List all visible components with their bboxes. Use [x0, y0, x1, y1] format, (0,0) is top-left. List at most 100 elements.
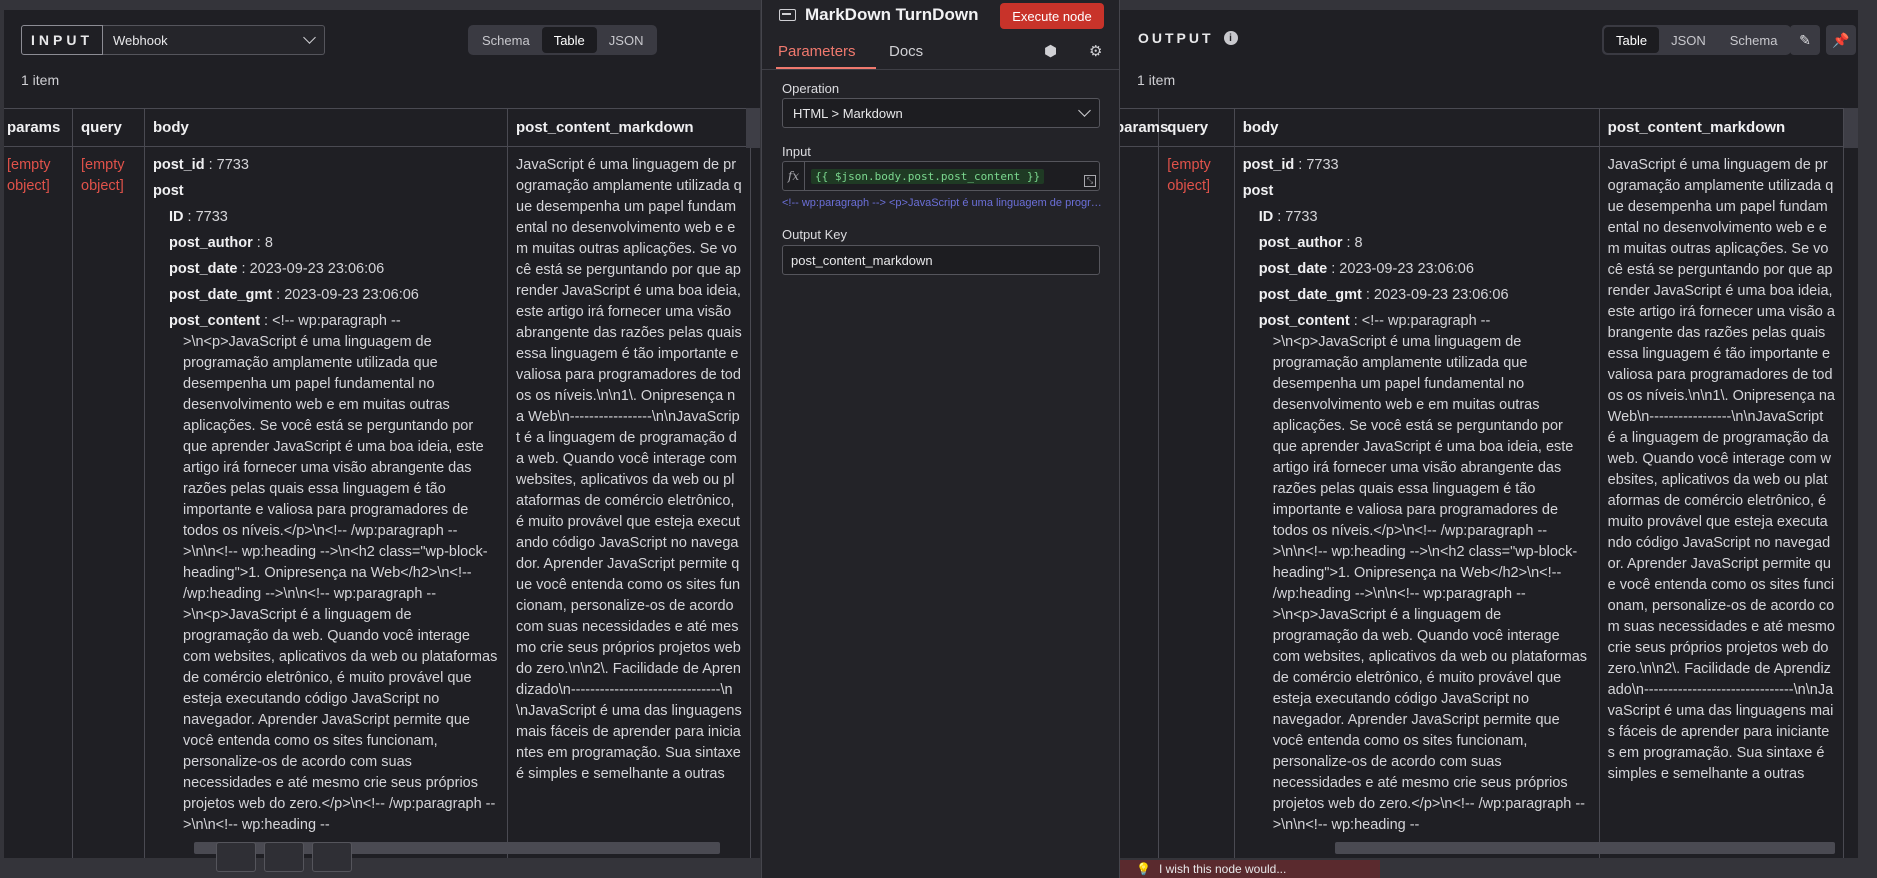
- empty-value: [empty: [1167, 157, 1211, 173]
- post-date-value: : 2023-09-23 23:06:06: [1327, 261, 1474, 277]
- column-header-body: body: [1233, 108, 1600, 147]
- input-table: params query body post_content_markdown …: [4, 108, 751, 858]
- id-value: : 7733: [1273, 209, 1318, 225]
- post-content-value-start: : <!-- wp:paragraph --: [260, 313, 401, 329]
- fx-icon: fx: [783, 162, 805, 190]
- post-author-value: : 8: [252, 235, 273, 251]
- expand-icon[interactable]: ⤡: [1084, 175, 1096, 187]
- post-id-key: post_id: [1242, 157, 1295, 173]
- output-label: OUTPUT: [1138, 30, 1214, 46]
- lightbulb-icon: 💡: [1136, 862, 1151, 876]
- pin-icon[interactable]: 📌: [1826, 25, 1856, 55]
- post-content-key: post_content: [1258, 313, 1350, 329]
- column-header-body: body: [144, 108, 508, 147]
- input-label: INPUT: [21, 25, 103, 55]
- output-table: params query body post_content_markdown …: [1120, 108, 1845, 858]
- post-id-value: : 7733: [204, 157, 249, 173]
- post-content-value-start: : <!-- wp:paragraph --: [1349, 313, 1491, 329]
- id-key: ID: [169, 209, 184, 225]
- input-panel: INPUT Webhook Schema Table JSON 1 item p…: [4, 10, 760, 858]
- output-key-label: Output Key: [782, 227, 848, 242]
- post-date-key: post_date: [169, 261, 238, 277]
- pencil-icon[interactable]: ✎: [1790, 25, 1820, 55]
- output-item-count: 1 item: [1137, 72, 1176, 88]
- post-content-value: >\n<p>JavaScript é uma linguagem de prog…: [183, 334, 498, 833]
- input-field-label: Input: [782, 144, 811, 159]
- table-row: [empty object] [empty object] post_id : …: [4, 146, 751, 858]
- input-source-group: INPUT Webhook: [21, 25, 325, 55]
- input-vertical-scrollbar[interactable]: [746, 108, 760, 148]
- body-cell: post_id : 7733 post ID : 7733 post_autho…: [1233, 146, 1600, 858]
- feedback-tip[interactable]: 💡 I wish this node would...: [1120, 860, 1380, 878]
- input-tab-schema[interactable]: Schema: [470, 27, 542, 53]
- markdown-cell: JavaScript é uma linguagem de programaçã…: [1598, 146, 1845, 858]
- output-tab-table[interactable]: Table: [1604, 27, 1660, 53]
- chevron-down-icon: [303, 31, 316, 44]
- post-id-value: : 7733: [1294, 157, 1339, 173]
- output-tab-schema[interactable]: Schema: [1718, 27, 1790, 53]
- input-panel-header: INPUT Webhook Schema Table JSON: [4, 10, 760, 72]
- post-date-value: : 2023-09-23 23:06:06: [237, 261, 385, 277]
- gear-icon[interactable]: ⚙: [1089, 42, 1102, 60]
- chevron-down-icon: [1078, 104, 1091, 117]
- expression-preview: <!-- wp:paragraph --> <p>JavaScript é um…: [782, 197, 1102, 209]
- id-key: ID: [1258, 209, 1274, 225]
- column-header-post-content-markdown: post_content_markdown: [1598, 108, 1845, 147]
- input-expression-field[interactable]: fx {{ $json.body.post.post_content }} ⤡: [782, 161, 1100, 191]
- output-key-value: post_content_markdown: [791, 252, 933, 268]
- tab-docs[interactable]: Docs: [889, 43, 923, 60]
- post-id-key: post_id: [153, 157, 205, 173]
- output-vertical-scrollbar[interactable]: [1844, 108, 1858, 148]
- input-tab-table[interactable]: Table: [541, 27, 597, 53]
- input-view-tabs: Schema Table JSON: [468, 25, 658, 55]
- post-content-key: post_content: [169, 313, 261, 329]
- input-tab-json[interactable]: JSON: [597, 27, 656, 53]
- empty-value-2: object]: [7, 178, 50, 194]
- column-header-query: query: [72, 108, 145, 147]
- input-table-header: params query body post_content_markdown: [4, 108, 751, 147]
- node-settings-panel: MarkDown TurnDown Execute node Parameter…: [761, 0, 1120, 878]
- output-key-input[interactable]: post_content_markdown: [782, 245, 1100, 275]
- zoom-in-button[interactable]: [264, 842, 304, 872]
- info-icon[interactable]: i: [1223, 31, 1238, 45]
- column-header-query: query: [1158, 108, 1235, 147]
- output-tab-json[interactable]: JSON: [1659, 27, 1718, 53]
- post-date-gmt-key: post_date_gmt: [169, 287, 273, 303]
- input-item-count: 1 item: [21, 72, 60, 88]
- operation-value: HTML > Markdown: [793, 105, 903, 121]
- markdown-cell: JavaScript é uma linguagem de programaçã…: [507, 146, 751, 858]
- post-key: post: [1242, 183, 1274, 199]
- post-key: post: [153, 183, 184, 199]
- active-tab-indicator: [776, 67, 876, 69]
- post-date-key: post_date: [1258, 261, 1328, 277]
- output-table-header: params query body post_content_markdown: [1120, 108, 1845, 147]
- post-author-value: : 8: [1342, 235, 1363, 251]
- cube-icon[interactable]: ⬢: [1044, 42, 1057, 60]
- operation-select[interactable]: HTML > Markdown: [782, 98, 1100, 128]
- operation-label: Operation: [782, 81, 840, 96]
- input-source-value: Webhook: [113, 32, 168, 48]
- query-cell: [empty object]: [72, 146, 145, 858]
- input-source-select[interactable]: Webhook: [103, 25, 325, 55]
- node-title: MarkDown TurnDown: [805, 5, 979, 24]
- post-date-gmt-key: post_date_gmt: [1258, 287, 1362, 303]
- zoom-fit-button[interactable]: [216, 842, 256, 872]
- node-tabs: Parameters Docs ⬢ ⚙: [762, 34, 1119, 70]
- node-header: MarkDown TurnDown Execute node: [762, 0, 1119, 30]
- post-author-key: post_author: [1258, 235, 1343, 251]
- table-row: [empty object] post_id : 7733 post ID : …: [1120, 146, 1845, 858]
- empty-value: [empty: [81, 157, 125, 173]
- output-horizontal-scrollbar[interactable]: [1335, 842, 1835, 854]
- body-cell: post_id : 7733 post ID : 7733 post_autho…: [144, 146, 508, 858]
- output-panel: OUTPUT i Table JSON Schema ✎ 📌 1 item pa…: [1120, 10, 1858, 858]
- tab-parameters[interactable]: Parameters: [778, 43, 856, 60]
- post-author-key: post_author: [169, 235, 253, 251]
- post-date-gmt-value: : 2023-09-23 23:06:06: [272, 287, 419, 303]
- post-date-gmt-value: : 2023-09-23 23:06:06: [1361, 287, 1509, 303]
- column-header-post-content-markdown: post_content_markdown: [507, 108, 751, 147]
- zoom-out-button[interactable]: [312, 842, 352, 872]
- post-content-value: >\n<p>JavaScript é uma linguagem de prog…: [1272, 334, 1588, 833]
- empty-value-2: object]: [1167, 178, 1211, 194]
- execute-node-button[interactable]: Execute node: [1000, 3, 1104, 29]
- empty-value-2: object]: [81, 178, 124, 194]
